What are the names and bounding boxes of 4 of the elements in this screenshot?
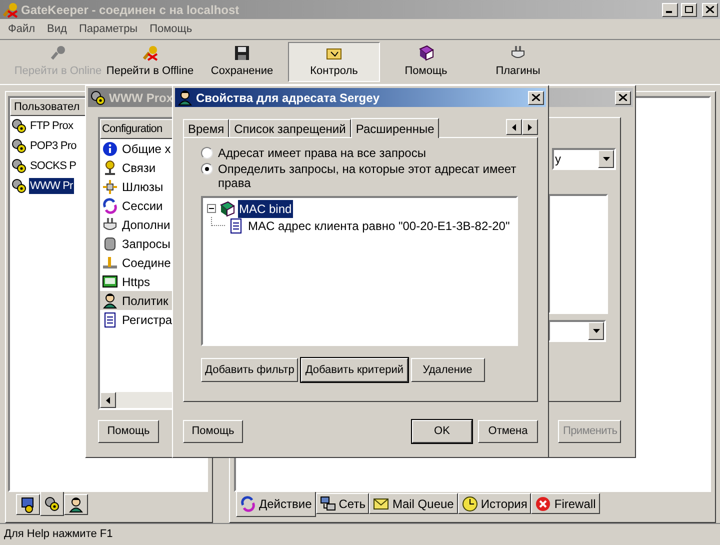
status-text: Для Help нажмите F1 — [4, 527, 113, 542]
radio-label: Определить запросы, на которые этот адресат имеет права — [218, 162, 517, 190]
window-title: GateKeeper - соединен с на localhost — [21, 2, 240, 18]
radio-label: Адресат имеет права на все запросы — [218, 146, 426, 160]
